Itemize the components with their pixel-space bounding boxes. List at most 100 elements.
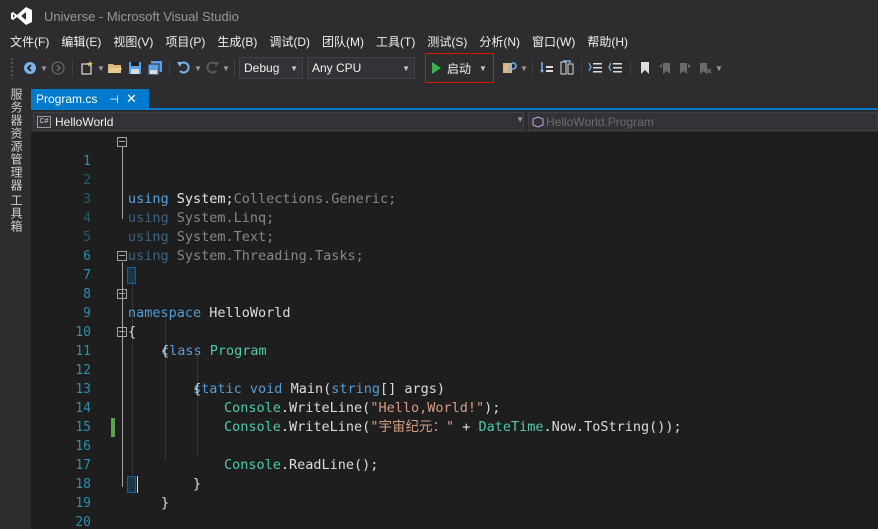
toolbar-overflow-icon[interactable]: ▼ bbox=[715, 58, 723, 78]
side-tool-strip: 服务器资源管理器 工具箱 bbox=[0, 86, 31, 529]
document-tab-well: Program.cs ⊣ ✕ bbox=[31, 86, 878, 110]
new-project-button[interactable] bbox=[77, 58, 97, 78]
code-line: 1 using System; bbox=[31, 133, 878, 207]
collapse-icon[interactable] bbox=[117, 137, 127, 147]
step-over-button[interactable] bbox=[557, 58, 577, 78]
collapse-icon[interactable] bbox=[117, 251, 127, 261]
toolbar-separator bbox=[531, 59, 533, 77]
open-folder-icon bbox=[108, 64, 122, 73]
collapse-icon[interactable] bbox=[117, 327, 127, 337]
csharp-project-icon: C# bbox=[37, 115, 51, 128]
tab-program-cs[interactable]: Program.cs ⊣ ✕ bbox=[31, 89, 149, 109]
code-line: 8 { bbox=[31, 266, 878, 340]
menu-project[interactable]: 项目(P) bbox=[159, 32, 211, 52]
toolbar-separator bbox=[72, 59, 73, 77]
menu-test[interactable]: 测试(S) bbox=[421, 32, 473, 52]
start-debugging-label: 启动 bbox=[447, 61, 472, 76]
code-line: 13 Console.WriteLine("Hello,World!"); bbox=[31, 361, 878, 416]
menu-team[interactable]: 团队(M) bbox=[316, 32, 370, 52]
code-editor[interactable]: 1 using System; 2 using System.Collectio… bbox=[31, 132, 878, 529]
toolbar-separator bbox=[580, 59, 582, 77]
tab-file-name: Program.cs bbox=[36, 92, 98, 106]
uncomment-lines-button[interactable] bbox=[606, 58, 626, 78]
chevron-down-icon: ▼ bbox=[516, 115, 524, 124]
menu-debug[interactable]: 调试(D) bbox=[263, 32, 316, 52]
server-explorer-tab[interactable]: 服务器资源管理器 bbox=[8, 88, 25, 192]
type-dropdown[interactable]: HelloWorld.Program bbox=[528, 112, 878, 131]
next-bookmark-icon bbox=[679, 63, 691, 74]
start-debugging-button[interactable]: 启动 ▼ bbox=[425, 53, 494, 83]
save-icon bbox=[129, 62, 141, 74]
toggle-bookmark-button[interactable] bbox=[635, 58, 655, 78]
solution-platform-value: Any CPU bbox=[312, 61, 362, 75]
redo-icon bbox=[206, 61, 219, 74]
save-button[interactable] bbox=[125, 58, 145, 78]
find-in-files-icon bbox=[502, 62, 517, 73]
solution-configuration-value: Debug bbox=[244, 61, 280, 75]
toolbar-overflow-icon[interactable]: ▼ bbox=[520, 58, 528, 78]
code-line: 16 Console.ReadLine(); bbox=[31, 418, 878, 473]
step-over-icon bbox=[560, 60, 574, 75]
type-dropdown-value: HelloWorld.Program bbox=[546, 114, 654, 129]
navigate-back-button[interactable] bbox=[20, 58, 40, 78]
step-into-button[interactable] bbox=[537, 58, 557, 78]
step-into-icon bbox=[539, 62, 553, 73]
menu-analyze[interactable]: 分析(N) bbox=[473, 32, 526, 52]
play-icon bbox=[432, 62, 441, 74]
menu-tools[interactable]: 工具(T) bbox=[370, 32, 421, 52]
pin-tab-icon[interactable]: ⊣ bbox=[109, 93, 119, 106]
undo-dropdown-icon[interactable]: ▼ bbox=[194, 58, 202, 78]
code-line: 18 } bbox=[31, 456, 878, 511]
back-arrow-icon bbox=[24, 62, 36, 74]
code-navigation-bar: C# HelloWorld ▼ HelloWorld.Program bbox=[31, 111, 878, 132]
code-line: 17 } bbox=[31, 437, 878, 492]
code-line: 12 { bbox=[31, 342, 878, 397]
previous-bookmark-button[interactable] bbox=[655, 58, 675, 78]
navigate-back-dropdown-icon[interactable]: ▼ bbox=[40, 58, 48, 78]
window-title: Universe - Microsoft Visual Studio bbox=[44, 9, 239, 24]
toolbox-tab[interactable]: 工具箱 bbox=[8, 194, 25, 233]
previous-bookmark-icon bbox=[658, 63, 670, 74]
code-line: 15 bbox=[31, 399, 878, 435]
title-bar: Universe - Microsoft Visual Studio bbox=[0, 0, 878, 32]
code-line: 4 using System.Text; bbox=[31, 190, 878, 245]
next-bookmark-button[interactable] bbox=[675, 58, 695, 78]
navigate-forward-button[interactable] bbox=[48, 58, 68, 78]
code-line: 3 using System.Linq; bbox=[31, 171, 878, 226]
redo-dropdown-icon[interactable]: ▼ bbox=[222, 58, 230, 78]
menu-build[interactable]: 生成(B) bbox=[211, 32, 263, 52]
solution-platform-select[interactable]: Any CPU ▼ bbox=[307, 57, 415, 79]
chevron-down-icon[interactable]: ▼ bbox=[479, 64, 487, 73]
redo-button[interactable] bbox=[202, 58, 222, 78]
collapse-icon[interactable] bbox=[117, 289, 127, 299]
chevron-down-icon: ▼ bbox=[402, 63, 410, 73]
open-file-button[interactable] bbox=[105, 58, 125, 78]
menu-edit[interactable]: 编辑(E) bbox=[55, 32, 107, 52]
undo-icon bbox=[177, 61, 190, 74]
menu-file[interactable]: 文件(F) bbox=[4, 32, 55, 52]
new-project-dropdown-icon[interactable]: ▼ bbox=[97, 58, 105, 78]
menu-bar: 文件(F) 编辑(E) 视图(V) 项目(P) 生成(B) 调试(D) 团队(M… bbox=[0, 32, 878, 52]
line-number: 20 bbox=[75, 515, 91, 529]
text-caret bbox=[137, 476, 138, 493]
undo-button[interactable] bbox=[174, 58, 194, 78]
code-line: 9 class Program bbox=[31, 285, 878, 359]
menu-help[interactable]: 帮助(H) bbox=[581, 32, 634, 52]
close-icon[interactable]: ✕ bbox=[126, 91, 137, 107]
toolbar-separator bbox=[629, 59, 631, 77]
toolbar-grip[interactable] bbox=[10, 57, 14, 79]
standard-toolbar: ▼ ▼ ▼ ▼ Debug ▼ Any CPU ▼ 启动 ▼ ▼ ▼ bbox=[0, 53, 878, 83]
code-line: 2 using System.Collections.Generic; bbox=[31, 152, 878, 207]
new-project-icon bbox=[81, 61, 93, 75]
menu-window[interactable]: 窗口(W) bbox=[526, 32, 581, 52]
save-all-button[interactable] bbox=[145, 58, 165, 78]
menu-view[interactable]: 视图(V) bbox=[107, 32, 159, 52]
project-dropdown[interactable]: C# HelloWorld ▼ bbox=[33, 112, 524, 131]
solution-configuration-select[interactable]: Debug ▼ bbox=[239, 57, 303, 79]
forward-arrow-icon bbox=[51, 61, 65, 75]
chevron-down-icon: ▼ bbox=[290, 63, 298, 73]
comment-lines-button[interactable] bbox=[586, 58, 606, 78]
find-in-files-button[interactable] bbox=[500, 58, 520, 78]
clear-bookmarks-button[interactable] bbox=[695, 58, 715, 78]
toolbar-separator bbox=[169, 59, 170, 77]
